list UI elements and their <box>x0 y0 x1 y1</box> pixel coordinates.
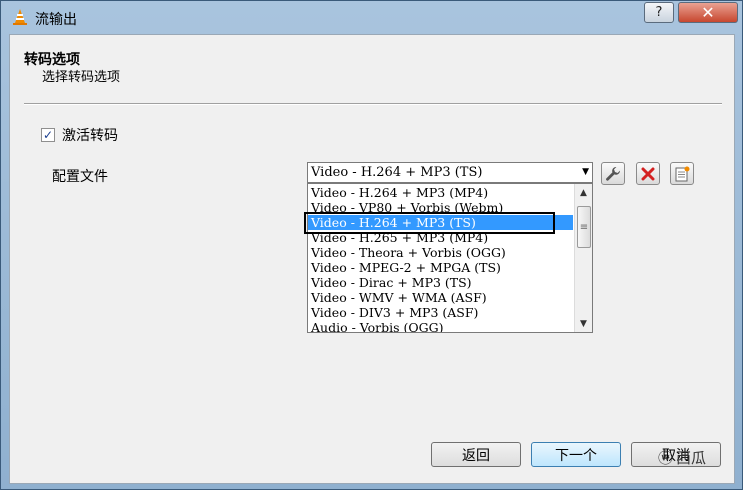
close-button[interactable]: ✕ <box>678 2 738 23</box>
list-scrollbar[interactable]: ▲ ≡ ▼ <box>574 184 592 332</box>
profile-option[interactable]: Video - H.264 + MP3 (MP4) <box>308 185 573 200</box>
watermark-text: 西瓜 <box>676 449 707 467</box>
scroll-up-arrow-icon[interactable]: ▲ <box>575 184 592 201</box>
header-separator <box>24 103 722 105</box>
profile-option[interactable]: Video - WMV + WMA (ASF) <box>308 290 573 305</box>
profile-dropdown-list[interactable]: Video - H.264 + MP3 (MP4) Video - VP80 +… <box>307 183 593 333</box>
new-profile-icon <box>675 166 690 181</box>
stream-output-window: 流输出 ? ✕ 转码选项 选择转码选项 ✓ 激活转码 配置文件 Video - … <box>0 0 743 490</box>
delete-profile-button[interactable] <box>636 162 660 185</box>
back-button[interactable]: 返回 <box>431 442 521 467</box>
profile-option[interactable]: Video - Theora + Vorbis (OGG) <box>308 245 573 260</box>
wizard-header: 转码选项 选择转码选项 <box>10 35 734 103</box>
wechat-icon: ⓦ <box>658 449 674 467</box>
activate-transcode-label: 激活转码 <box>62 128 118 144</box>
next-button[interactable]: 下一个 <box>531 442 621 467</box>
activate-transcode-row[interactable]: ✓ 激活转码 <box>41 125 118 145</box>
profile-combobox[interactable]: Video - H.264 + MP3 (TS) ▼ <box>307 162 593 183</box>
profile-option[interactable]: Video - Dirac + MP3 (TS) <box>308 275 573 290</box>
annotation-highlight-box <box>304 212 555 234</box>
profile-option[interactable]: Video - DIV3 + MP3 (ASF) <box>308 305 573 320</box>
vlc-cone-icon <box>13 9 27 25</box>
dropdown-arrow-icon[interactable]: ▼ <box>582 163 589 182</box>
watermark: ⓦ 西瓜 <box>658 447 706 468</box>
dialog-client-area: 转码选项 选择转码选项 ✓ 激活转码 配置文件 Video - H.264 + … <box>9 34 735 484</box>
profile-selected-value: Video - H.264 + MP3 (TS) <box>311 165 483 180</box>
window-title: 流输出 <box>35 12 77 28</box>
edit-profile-button[interactable] <box>601 162 625 185</box>
profile-option[interactable]: Audio - Vorbis (OGG) <box>308 320 573 332</box>
activate-transcode-checkbox[interactable]: ✓ <box>41 128 55 142</box>
profile-option[interactable]: Video - MPEG-2 + MPGA (TS) <box>308 260 573 275</box>
page-subtitle: 选择转码选项 <box>42 70 121 85</box>
new-profile-button[interactable] <box>670 162 694 185</box>
delete-x-icon <box>641 167 655 180</box>
scroll-thumb[interactable]: ≡ <box>577 206 591 248</box>
profile-label: 配置文件 <box>52 169 108 185</box>
wrench-icon <box>606 166 621 181</box>
help-button[interactable]: ? <box>644 2 674 23</box>
scroll-down-arrow-icon[interactable]: ▼ <box>575 315 592 332</box>
title-bar: 流输出 ? ✕ <box>1 1 742 34</box>
